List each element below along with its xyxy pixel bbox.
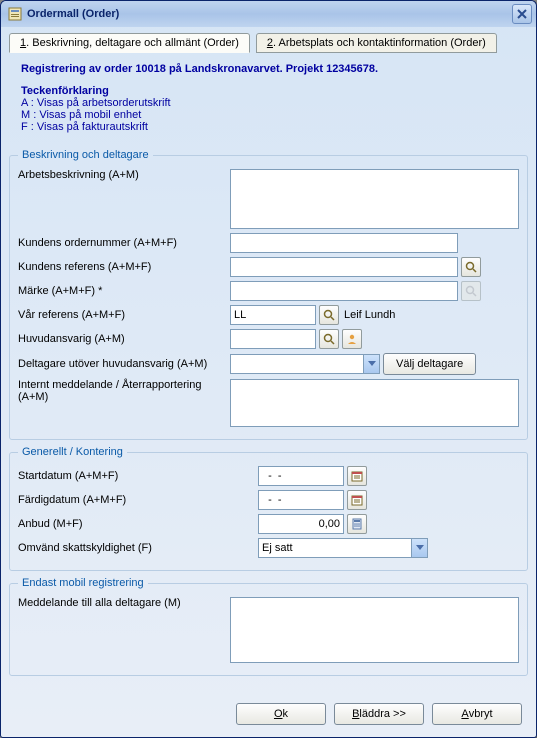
tab1-label: . Beskrivning, deltagare och allmänt (Or… [26, 37, 239, 49]
anbud-label: Anbud (M+F) [18, 518, 258, 530]
omvand-label: Omvänd skattskyldighet (F) [18, 542, 258, 554]
tab2-label: . Arbetsplats och kontaktinformation (Or… [273, 37, 486, 49]
meddelande-label: Meddelande till alla deltagare (M) [18, 597, 230, 609]
kundens-ordernr-label: Kundens ordernummer (A+M+F) [18, 237, 230, 249]
ok-rest: k [283, 708, 289, 720]
marke-input[interactable] [230, 281, 458, 301]
footer-buttons: Ok Bläddra >> Avbryt [9, 695, 528, 729]
fardigdatum-input[interactable] [258, 490, 344, 510]
window-frame: Ordermall (Order) 1. Beskrivning, deltag… [0, 0, 537, 738]
deltagare-combo[interactable] [230, 354, 380, 374]
var-ref-code-input[interactable] [230, 305, 316, 325]
arbetsbeskrivning-textarea[interactable] [230, 169, 519, 229]
avbryt-accel: A [461, 708, 468, 720]
fardigdatum-label: Färdigdatum (A+M+F) [18, 494, 258, 506]
content-area: 1. Beskrivning, deltagare och allmänt (O… [1, 27, 536, 737]
registration-text: Registrering av order 10018 på Landskron… [21, 63, 522, 75]
legend-title: Teckenförklaring [21, 85, 522, 97]
huvudansvarig-label: Huvudansvarig (A+M) [18, 333, 230, 345]
avbryt-button[interactable]: Avbryt [432, 703, 522, 725]
legend-a: A : Visas på arbetsorderutskrift [21, 97, 522, 109]
bladdra-button[interactable]: Bläddra >> [334, 703, 424, 725]
info-block: Registrering av order 10018 på Landskron… [9, 59, 528, 143]
kundens-ref-label: Kundens referens (A+M+F) [18, 261, 230, 273]
valj-deltagare-button[interactable]: Välj deltagare [383, 353, 476, 375]
internt-textarea[interactable] [230, 379, 519, 427]
startdatum-calendar-button[interactable] [347, 466, 367, 486]
tab-description[interactable]: 1. Beskrivning, deltagare och allmänt (O… [9, 33, 250, 53]
huvudansvarig-person-button[interactable] [342, 329, 362, 349]
var-ref-label: Vår referens (A+M+F) [18, 309, 230, 321]
ok-button[interactable]: Ok [236, 703, 326, 725]
chevron-down-icon [363, 355, 379, 373]
var-ref-name: Leif Lundh [342, 309, 395, 321]
tab-workplace[interactable]: 2. Arbetsplats och kontaktinformation (O… [256, 33, 497, 53]
fieldset-general: Generellt / Kontering Startdatum (A+M+F)… [9, 446, 528, 571]
huvudansvarig-input[interactable] [230, 329, 316, 349]
var-ref-lookup-button[interactable] [319, 305, 339, 325]
omvand-combo[interactable]: Ej satt [258, 538, 428, 558]
window-title: Ordermall (Order) [27, 8, 512, 20]
bladdra-accel: B [352, 708, 359, 720]
avbryt-rest: vbryt [469, 708, 493, 720]
bladdra-rest: läddra >> [359, 708, 405, 720]
anbud-calc-button[interactable] [347, 514, 367, 534]
legend-general: Generellt / Kontering [18, 446, 127, 458]
titlebar: Ordermall (Order) [1, 1, 536, 27]
legend-mobile: Endast mobil registrering [18, 577, 148, 589]
startdatum-input[interactable] [258, 466, 344, 486]
close-button[interactable] [512, 4, 532, 24]
internt-label: Internt meddelande / Återrapportering (A… [18, 379, 230, 403]
kundens-ref-lookup-button[interactable] [461, 257, 481, 277]
arbetsbeskrivning-label: Arbetsbeskrivning (A+M) [18, 169, 230, 181]
fardigdatum-calendar-button[interactable] [347, 490, 367, 510]
startdatum-label: Startdatum (A+M+F) [18, 470, 258, 482]
ok-accel: O [274, 708, 283, 720]
legend-m: M : Visas på mobil enhet [21, 109, 522, 121]
fieldset-description: Beskrivning och deltagare Arbetsbeskrivn… [9, 149, 528, 440]
legend-description: Beskrivning och deltagare [18, 149, 153, 161]
kundens-ref-input[interactable] [230, 257, 458, 277]
chevron-down-icon [411, 539, 427, 557]
omvand-combo-text: Ej satt [259, 542, 411, 554]
legend-f: F : Visas på fakturautskrift [21, 121, 522, 133]
kundens-ordernr-input[interactable] [230, 233, 458, 253]
huvudansvarig-lookup-button[interactable] [319, 329, 339, 349]
fieldset-mobile: Endast mobil registrering Meddelande til… [9, 577, 528, 676]
marke-label: Märke (A+M+F) * [18, 285, 230, 297]
app-icon [7, 6, 23, 22]
deltagare-label: Deltagare utöver huvudansvarig (A+M) [18, 358, 230, 370]
tab-bar: 1. Beskrivning, deltagare och allmänt (O… [9, 33, 528, 53]
meddelande-textarea[interactable] [230, 597, 519, 663]
anbud-input[interactable] [258, 514, 344, 534]
marke-lookup-button-disabled [461, 281, 481, 301]
